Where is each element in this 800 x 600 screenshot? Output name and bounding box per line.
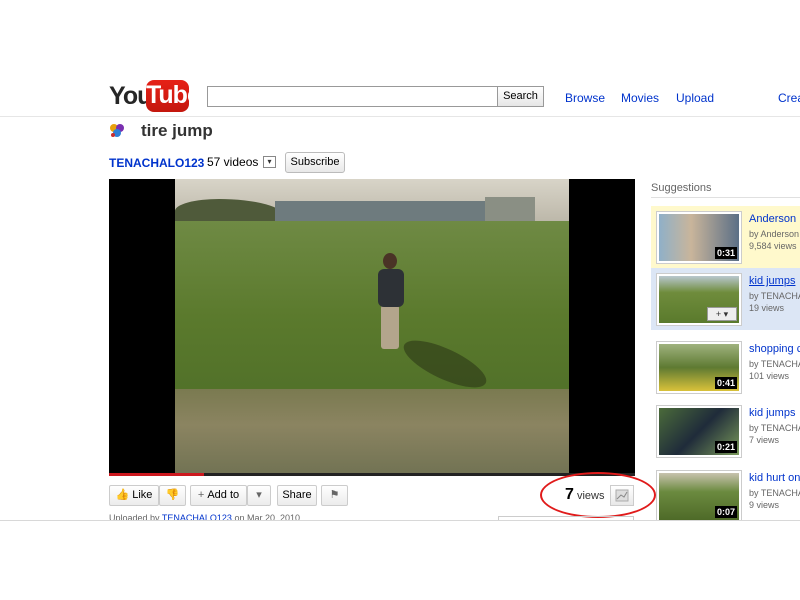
suggestion-thumbnail: 0:41 [657, 342, 741, 393]
header-divider [0, 116, 800, 117]
upload-date: on Mar 20, 2010 [234, 513, 300, 521]
annotation-circle [540, 472, 656, 518]
video-player[interactable] [109, 179, 635, 476]
suggestion-views: 9 views [749, 500, 780, 510]
youtube-page: You Tube Search Browse Movies Upload Cre… [0, 0, 800, 521]
video-progress-fill [109, 473, 204, 476]
suggestion-thumbnail: + ▾ [657, 274, 741, 325]
suggestion-author: by TENACHA [749, 423, 800, 433]
suggestion-item[interactable]: 0:31 Anderson by Anderson 9,584 views [651, 206, 800, 268]
upload-info: Uploaded by TENACHALO123 on Mar 20, 2010 [109, 513, 300, 521]
videos-count-label: 57 videos [207, 155, 259, 169]
upload-prefix: Uploaded by [109, 513, 160, 521]
plus-icon: + [197, 489, 205, 501]
youtube-logo[interactable]: You Tube [109, 80, 201, 112]
logo-tube: Tube [146, 80, 201, 112]
nav-browse[interactable]: Browse [565, 91, 605, 105]
video-frame [175, 179, 569, 476]
add-to-queue-button[interactable]: + ▾ [707, 307, 737, 321]
suggestion-views: 7 views [749, 435, 780, 445]
nav-create[interactable]: Crea [778, 91, 800, 105]
duration-badge: 0:41 [714, 377, 737, 389]
nav-movies[interactable]: Movies [621, 91, 659, 105]
suggestion-author: by TENACHA [749, 359, 800, 369]
suggestion-title[interactable]: kid jumps [749, 275, 795, 287]
video-progress-bar[interactable] [109, 473, 635, 476]
dislike-button[interactable]: 👎 [159, 485, 186, 506]
thumbs-down-icon: 👎 [165, 489, 180, 501]
search-input[interactable] [207, 86, 498, 107]
suggestion-item[interactable]: + ▾ kid jumps by TENACHA 19 views [651, 268, 800, 330]
suggestions-divider [651, 197, 800, 198]
chevron-down-icon: ▾ [256, 489, 262, 501]
suggestion-thumbnail: 0:07 [657, 471, 741, 520]
suggestion-item[interactable]: 0:21 kid jumps by TENACHA 7 views [651, 400, 800, 462]
suggestion-title[interactable]: Anderson [749, 213, 796, 225]
suggestion-item[interactable]: 0:07 kid hurt on by TENACHA 9 views [651, 465, 800, 520]
upload-user-link[interactable]: TENACHALO123 [162, 513, 232, 520]
like-button[interactable]: 👍 Like [109, 485, 159, 506]
channel-link[interactable]: TENACHALO123 [109, 156, 204, 170]
subscribe-button[interactable]: Subscribe [285, 152, 345, 173]
suggestion-title[interactable]: kid jumps [749, 407, 795, 419]
duration-badge: 0:21 [714, 441, 737, 453]
duration-badge: 0:07 [714, 506, 737, 518]
add-to-label: Add to [207, 489, 240, 501]
video-title: tire jump [141, 121, 213, 140]
nav-upload[interactable]: Upload [676, 91, 714, 105]
videos-count-dropdown[interactable]: 57 videos ▾ [203, 153, 278, 173]
suggestion-item[interactable]: 0:41 shopping c by TENACHA 101 views [651, 336, 800, 398]
suggestion-title[interactable]: shopping c [749, 343, 800, 355]
like-label: Like [132, 489, 153, 501]
flag-icon: ⚑ [329, 489, 340, 501]
suggestion-author: by TENACHA [749, 291, 800, 301]
suggestion-thumbnail: 0:31 [657, 212, 741, 263]
suggestion-thumbnail: 0:21 [657, 406, 741, 457]
suggestion-author: by Anderson [749, 229, 800, 239]
suggestion-views: 19 views [749, 303, 785, 313]
share-button[interactable]: Share [277, 485, 317, 506]
suggestion-views: 101 views [749, 371, 790, 381]
suggestion-views: 9,584 views [749, 241, 797, 251]
suggestion-author: by TENACHA [749, 488, 800, 498]
thumbs-up-icon: 👍 [115, 489, 130, 501]
suggestions-heading: Suggestions [651, 182, 712, 194]
channel-badge-icon [110, 124, 124, 137]
duration-badge: 0:31 [714, 247, 737, 259]
panel-slider[interactable] [498, 516, 634, 520]
chevron-down-icon: ▾ [263, 156, 276, 168]
add-to-button[interactable]: + Add to [190, 485, 247, 506]
add-to-menu-button[interactable]: ▾ [247, 485, 271, 506]
suggestion-title[interactable]: kid hurt on [749, 472, 800, 484]
flag-button[interactable]: ⚑ [321, 485, 348, 506]
search-button[interactable]: Search [497, 86, 544, 107]
